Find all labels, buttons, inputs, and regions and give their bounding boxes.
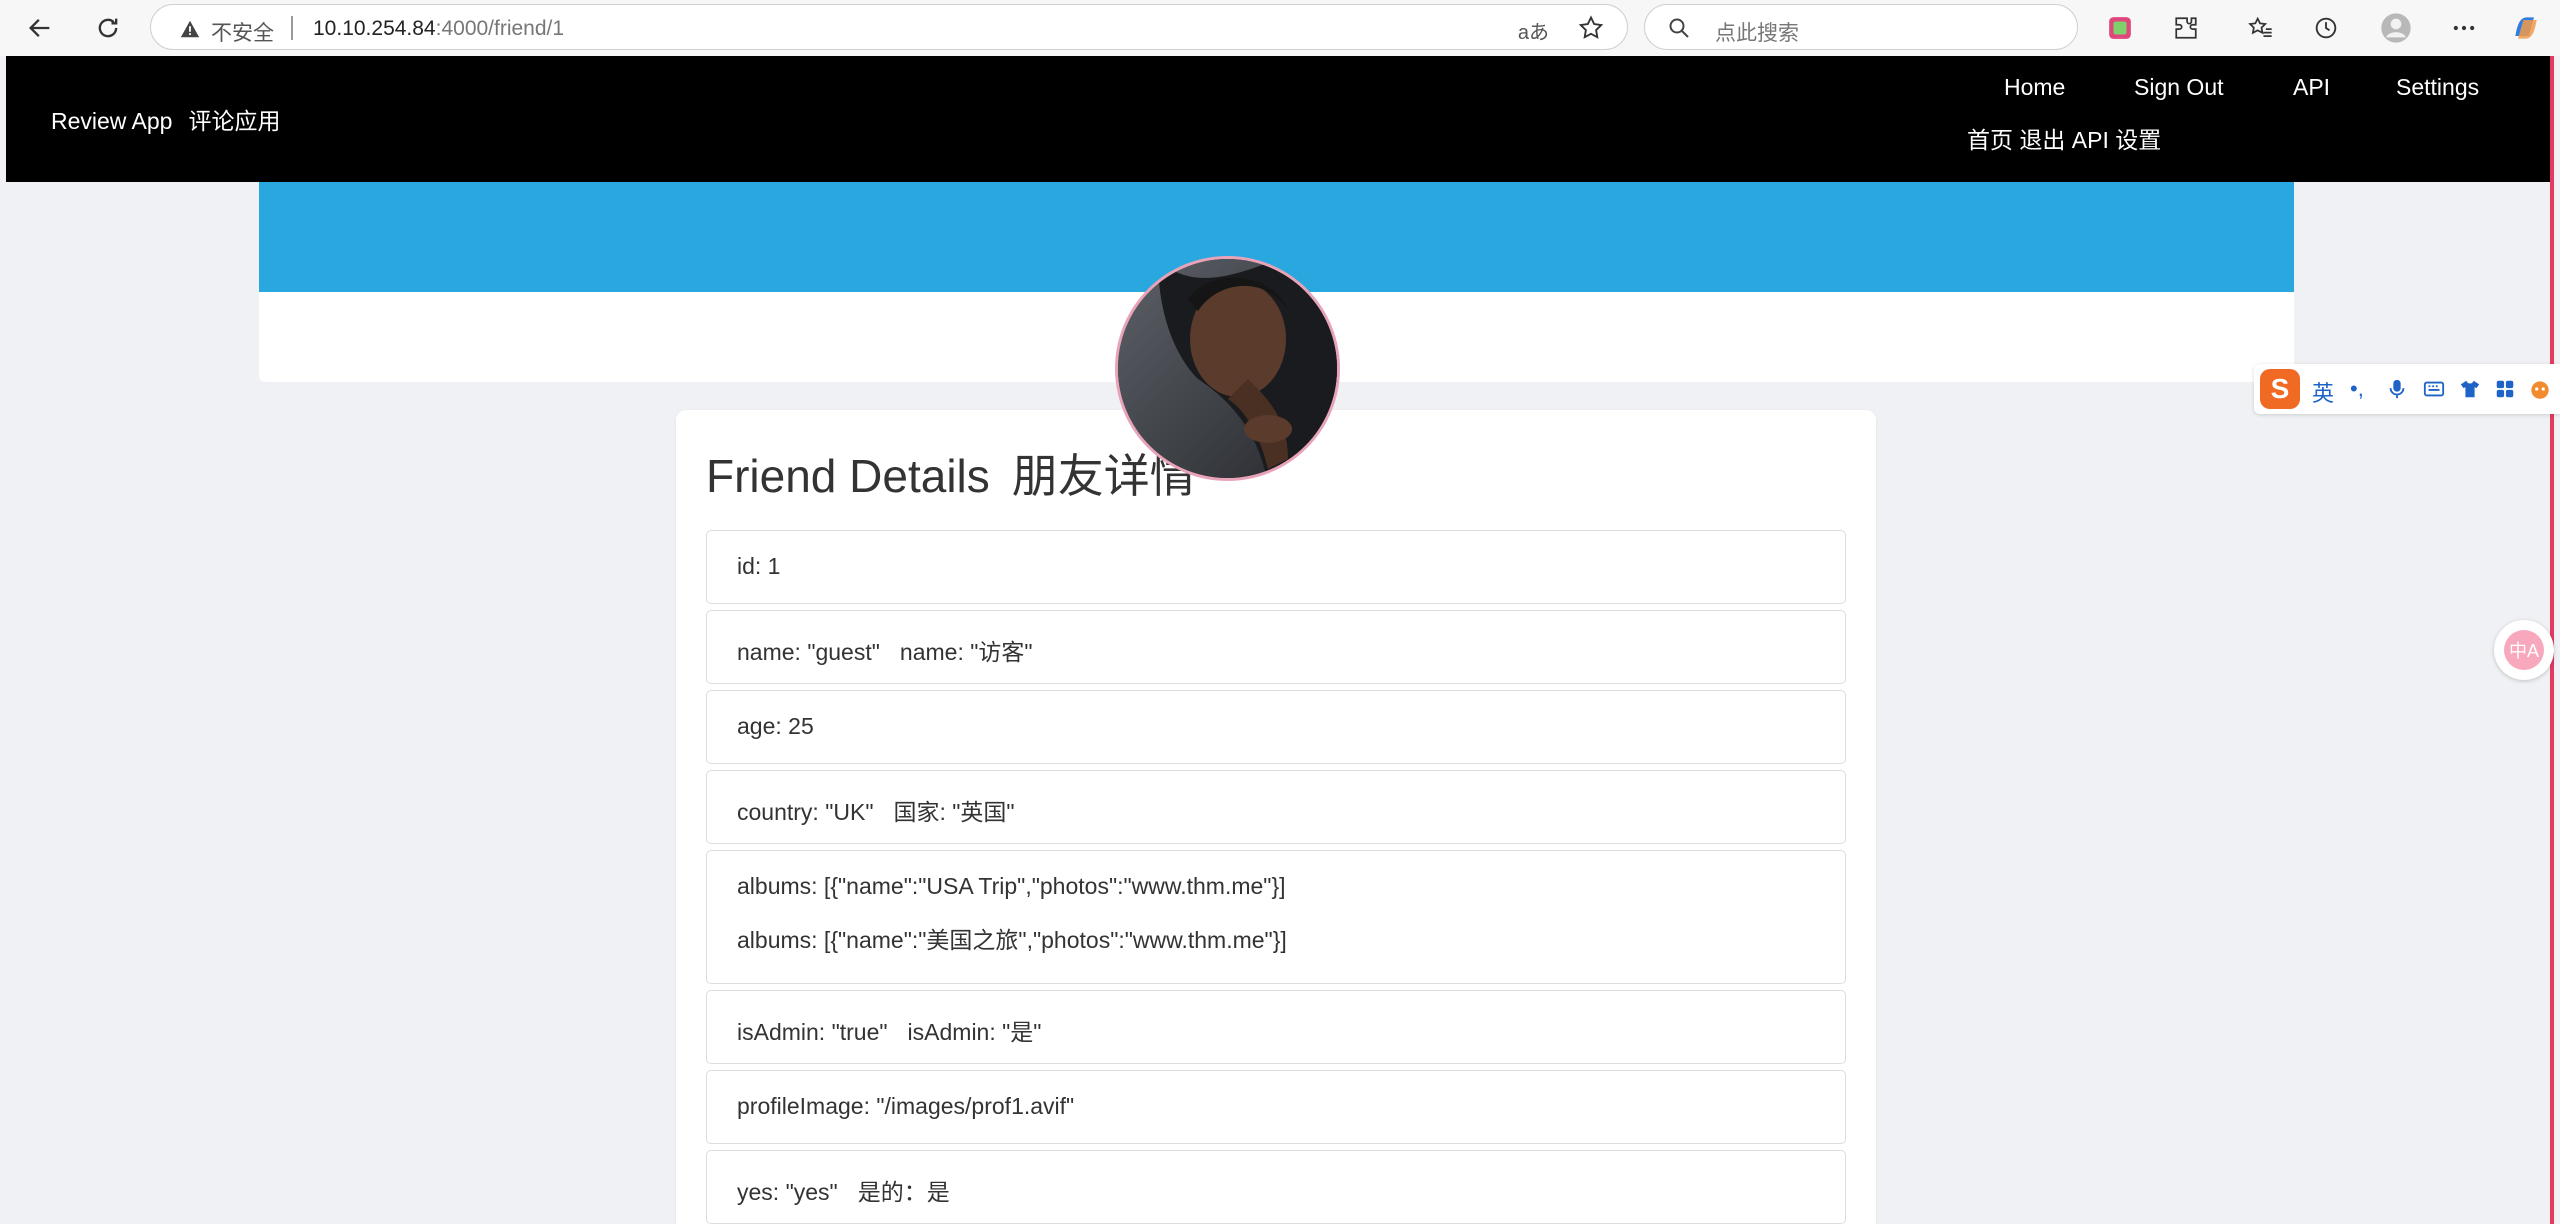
nav-sign-out-link[interactable]: Sign Out bbox=[2134, 74, 2224, 101]
details-title: Friend Details 朋友详情 bbox=[706, 440, 1218, 506]
mascot-icon[interactable] bbox=[2526, 376, 2554, 402]
field-country: country: "UK" 国家: "英国" bbox=[706, 770, 1846, 844]
field-name-text: name: "guest" name: "访客" bbox=[737, 633, 1033, 667]
favorites-button[interactable] bbox=[2242, 10, 2278, 46]
field-id-text: id: 1 bbox=[737, 553, 781, 579]
field-id: id: 1 bbox=[706, 530, 1846, 604]
search-box[interactable]: 点此搜索 bbox=[1644, 4, 2078, 50]
puzzle-icon bbox=[2175, 17, 2197, 39]
keyboard-icon[interactable] bbox=[2422, 378, 2446, 400]
ime-punctuation-toggle[interactable]: •, bbox=[2350, 376, 2364, 402]
brand-chinese: 评论应用 bbox=[188, 108, 281, 134]
field-name-en: name: "guest" bbox=[737, 639, 880, 665]
app-brand[interactable]: Review App 评论应用 bbox=[51, 102, 296, 136]
extension-button[interactable] bbox=[2102, 10, 2138, 46]
field-country-en: country: "UK" bbox=[737, 799, 874, 825]
field-yes-en: yes: "yes" bbox=[737, 1179, 838, 1205]
nav-chinese-labels: 首页 退出 API 设置 bbox=[1967, 127, 2162, 153]
search-placeholder: 点此搜索 bbox=[1715, 22, 1799, 45]
extension-app-icon bbox=[2109, 17, 2131, 39]
field-country-cn: 国家: "英国" bbox=[893, 799, 1015, 825]
ime-mode-toggle[interactable]: 英 bbox=[2312, 376, 2334, 408]
field-age: age: 25 bbox=[706, 690, 1846, 764]
toolbox-grid-icon[interactable] bbox=[2494, 378, 2516, 400]
field-yes-cn: 是的：是 bbox=[857, 1179, 950, 1205]
history-button[interactable] bbox=[2308, 10, 2344, 46]
favorites-list-icon bbox=[2248, 16, 2272, 38]
skin-shirt-icon[interactable] bbox=[2458, 378, 2482, 400]
more-menu-button[interactable] bbox=[2446, 10, 2482, 46]
back-button[interactable] bbox=[22, 10, 58, 46]
brand-english: Review App bbox=[51, 108, 173, 134]
field-country-text: country: "UK" 国家: "英国" bbox=[737, 793, 1015, 827]
url-text[interactable]: 10.10.254.84:4000/friend/1 bbox=[313, 17, 564, 41]
extensions-button[interactable] bbox=[2168, 10, 2204, 46]
url-path: :4000/friend/1 bbox=[435, 17, 565, 40]
url-host: 10.10.254.84 bbox=[313, 17, 436, 40]
nav-settings-link[interactable]: Settings bbox=[2396, 74, 2479, 101]
field-is-admin: isAdmin: "true" isAdmin: "是" bbox=[706, 990, 1846, 1064]
app-header: Review App 评论应用 Home Sign Out API Setting… bbox=[6, 56, 2550, 182]
browser-toolbar: 不安全 10.10.254.84:4000/friend/1 aあ 点此搜索 bbox=[0, 0, 2560, 56]
field-is-admin-cn: isAdmin: "是" bbox=[907, 1019, 1042, 1045]
read-aloud-icon[interactable]: aあ bbox=[1518, 16, 1549, 45]
avatar-portrait-image bbox=[1118, 259, 1337, 478]
field-profile-image: profileImage: "/images/prof1.avif" bbox=[706, 1070, 1846, 1144]
copilot-button[interactable] bbox=[2508, 10, 2544, 46]
search-icon bbox=[1669, 18, 1689, 38]
profile-button[interactable] bbox=[2378, 10, 2414, 46]
field-albums-en: albums: [{"name":"USA Trip","photos":"ww… bbox=[737, 873, 1286, 899]
profile-avatar-icon bbox=[2381, 13, 2411, 43]
friend-avatar bbox=[1115, 256, 1340, 481]
field-name-cn: name: "访客" bbox=[899, 639, 1033, 665]
warning-icon bbox=[180, 20, 200, 38]
reload-icon bbox=[98, 18, 118, 38]
translate-icon: 中A bbox=[2504, 630, 2544, 670]
field-albums: albums: [{"name":"USA Trip","photos":"ww… bbox=[706, 850, 1846, 984]
field-age-text: age: 25 bbox=[737, 713, 814, 739]
field-profile-image-text: profileImage: "/images/prof1.avif" bbox=[737, 1093, 1075, 1119]
field-albums-cn: albums: [{"name":"美国之旅","photos":"www.th… bbox=[737, 927, 1287, 953]
field-is-admin-text: isAdmin: "true" isAdmin: "是" bbox=[737, 1013, 1041, 1047]
field-yes: yes: "yes" 是的：是 bbox=[706, 1150, 1846, 1224]
nav-api-link[interactable]: API bbox=[2293, 74, 2330, 101]
nav-home-link[interactable]: Home bbox=[2004, 74, 2065, 101]
more-dots-icon bbox=[2453, 25, 2475, 31]
reload-button[interactable] bbox=[90, 10, 126, 46]
field-is-admin-en: isAdmin: "true" bbox=[737, 1019, 888, 1045]
title-english: Friend Details bbox=[706, 450, 990, 502]
url-separator bbox=[291, 16, 293, 40]
sogou-logo-icon[interactable]: S bbox=[2260, 369, 2300, 409]
friend-details-card: Friend Details 朋友详情 id: 1 name: "guest" na… bbox=[676, 410, 1876, 1224]
microphone-icon[interactable] bbox=[2386, 376, 2408, 402]
address-bar[interactable]: 不安全 10.10.254.84:4000/friend/1 aあ bbox=[150, 4, 1628, 50]
copilot-icon bbox=[2515, 17, 2537, 39]
security-label[interactable]: 不安全 bbox=[211, 17, 274, 47]
history-icon bbox=[2315, 17, 2337, 39]
back-arrow-icon bbox=[29, 19, 50, 37]
field-yes-text: yes: "yes" 是的：是 bbox=[737, 1173, 950, 1207]
translate-bubble[interactable]: 中A bbox=[2494, 620, 2554, 680]
field-name: name: "guest" name: "访客" bbox=[706, 610, 1846, 684]
ime-toolbar[interactable]: S 英 •, bbox=[2254, 364, 2560, 414]
favorite-star-icon[interactable] bbox=[1577, 14, 1605, 42]
